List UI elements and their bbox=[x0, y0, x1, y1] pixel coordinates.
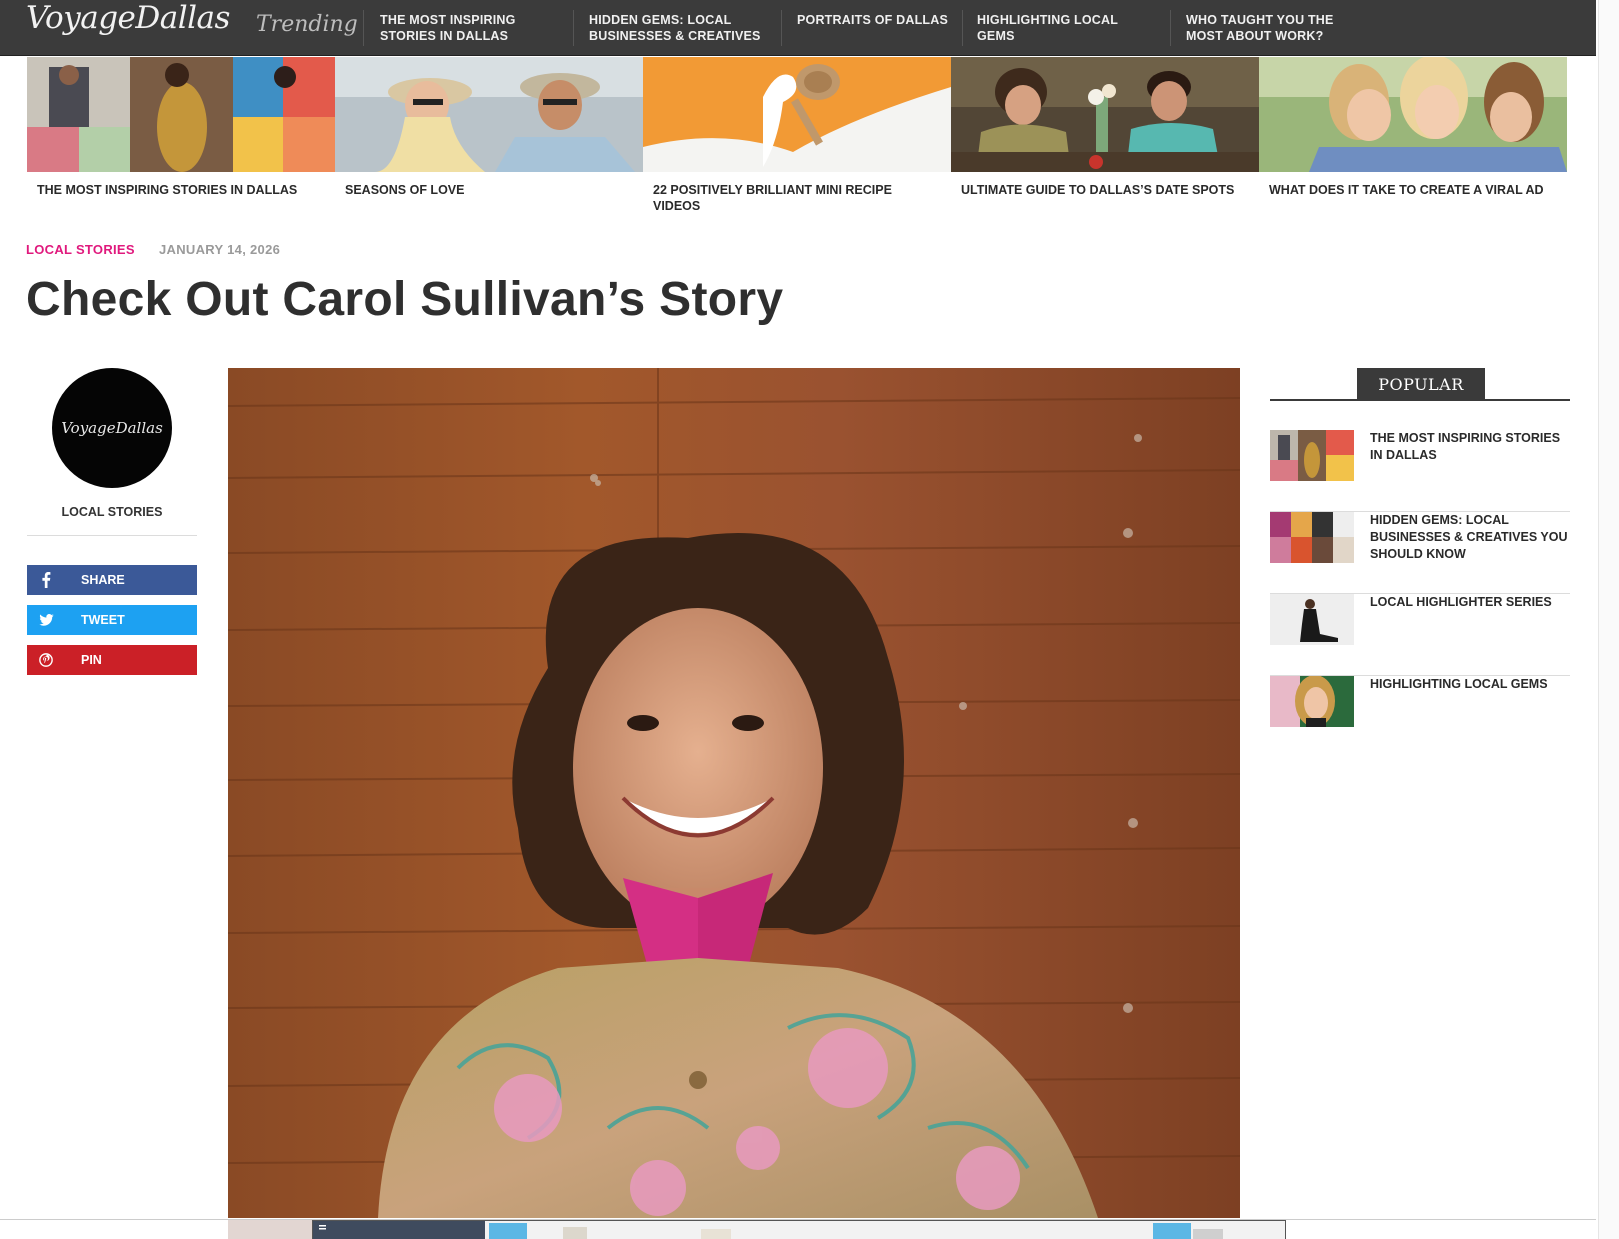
featured-image-date-spots[interactable] bbox=[951, 57, 1259, 172]
article-hero-image bbox=[228, 368, 1240, 1218]
ad-spacer bbox=[228, 1220, 312, 1239]
featured-image-inspiring-stories[interactable] bbox=[27, 57, 335, 172]
trending-link-portraits[interactable]: PORTRAITS OF DALLAS bbox=[797, 12, 957, 28]
popular-item[interactable]: HIDDEN GEMS: LOCAL BUSINESSES & CREATIVE… bbox=[1270, 512, 1570, 594]
popular-item[interactable]: THE MOST INSPIRING STORIES IN DALLAS bbox=[1270, 430, 1570, 512]
page-scrollbar[interactable] bbox=[1598, 0, 1619, 1239]
divider bbox=[781, 10, 782, 46]
popular-thumbnail bbox=[1270, 676, 1354, 727]
popular-title[interactable]: HIGHLIGHTING LOCAL GEMS bbox=[1370, 676, 1570, 693]
avatar[interactable]: VoyageDallas bbox=[52, 368, 172, 488]
popular-title[interactable]: THE MOST INSPIRING STORIES IN DALLAS bbox=[1370, 430, 1570, 464]
facebook-share-button[interactable]: SHARE bbox=[27, 565, 197, 595]
popular-thumbnail bbox=[1270, 430, 1354, 481]
share-label: SHARE bbox=[81, 573, 125, 587]
popular-title[interactable]: HIDDEN GEMS: LOCAL BUSINESSES & CREATIVE… bbox=[1370, 512, 1570, 563]
featured-caption[interactable]: ULTIMATE GUIDE TO DALLAS’S DATE SPOTS bbox=[961, 182, 1256, 198]
trending-link-who-taught-you[interactable]: WHO TAUGHT YOU THE MOST ABOUT WORK? bbox=[1186, 12, 1366, 44]
twitter-icon bbox=[27, 614, 65, 626]
advertisement-banner[interactable] bbox=[312, 1220, 1286, 1239]
article-category-link[interactable]: LOCAL STORIES bbox=[26, 242, 135, 257]
featured-caption[interactable]: 22 POSITIVELY BRILLIANT MINI RECIPE VIDE… bbox=[653, 182, 913, 214]
divider bbox=[962, 10, 963, 46]
twitter-share-button[interactable]: TWEET bbox=[27, 605, 197, 635]
popular-item[interactable]: HIGHLIGHTING LOCAL GEMS bbox=[1270, 676, 1570, 758]
pin-label: PIN bbox=[81, 653, 102, 667]
featured-caption[interactable]: THE MOST INSPIRING STORIES IN DALLAS bbox=[37, 182, 337, 198]
facebook-icon bbox=[27, 572, 65, 588]
divider bbox=[27, 535, 197, 536]
featured-image-mini-recipes[interactable] bbox=[643, 57, 951, 172]
divider bbox=[573, 10, 574, 46]
popular-item[interactable]: LOCAL HIGHLIGHTER SERIES bbox=[1270, 594, 1570, 676]
featured-image-viral-ad[interactable] bbox=[1259, 57, 1567, 172]
popular-heading: POPULAR bbox=[1357, 368, 1485, 400]
trending-link-hidden-gems[interactable]: HIDDEN GEMS: LOCAL BUSINESSES & CREATIVE… bbox=[589, 12, 769, 44]
popular-title[interactable]: LOCAL HIGHLIGHTER SERIES bbox=[1370, 594, 1570, 611]
top-navbar: VoyageDallas Trending THE MOST INSPIRING… bbox=[0, 0, 1596, 56]
featured-caption[interactable]: SEASONS OF LOVE bbox=[345, 182, 635, 198]
article-title: Check Out Carol Sullivan’s Story bbox=[26, 273, 784, 326]
tweet-label: TWEET bbox=[81, 613, 125, 627]
divider bbox=[363, 10, 364, 46]
site-logo[interactable]: VoyageDallas bbox=[26, 0, 230, 36]
article-date: JANUARY 14, 2026 bbox=[159, 242, 281, 257]
trending-label: Trending bbox=[256, 12, 358, 37]
pinterest-icon bbox=[27, 653, 65, 667]
popular-thumbnail bbox=[1270, 512, 1354, 563]
pinterest-pin-button[interactable]: PIN bbox=[27, 645, 197, 675]
avatar-logo-text: VoyageDallas bbox=[61, 419, 163, 437]
divider bbox=[1170, 10, 1171, 46]
popular-thumbnail bbox=[1270, 594, 1354, 645]
featured-image-seasons-of-love[interactable] bbox=[335, 57, 643, 172]
author-name-link[interactable]: LOCAL STORIES bbox=[27, 505, 197, 519]
featured-caption[interactable]: WHAT DOES IT TAKE TO CREATE A VIRAL AD bbox=[1269, 182, 1569, 198]
trending-link-inspiring-stories[interactable]: THE MOST INSPIRING STORIES IN DALLAS bbox=[380, 12, 560, 44]
trending-link-local-gems[interactable]: HIGHLIGHTING LOCAL GEMS bbox=[977, 12, 1157, 44]
